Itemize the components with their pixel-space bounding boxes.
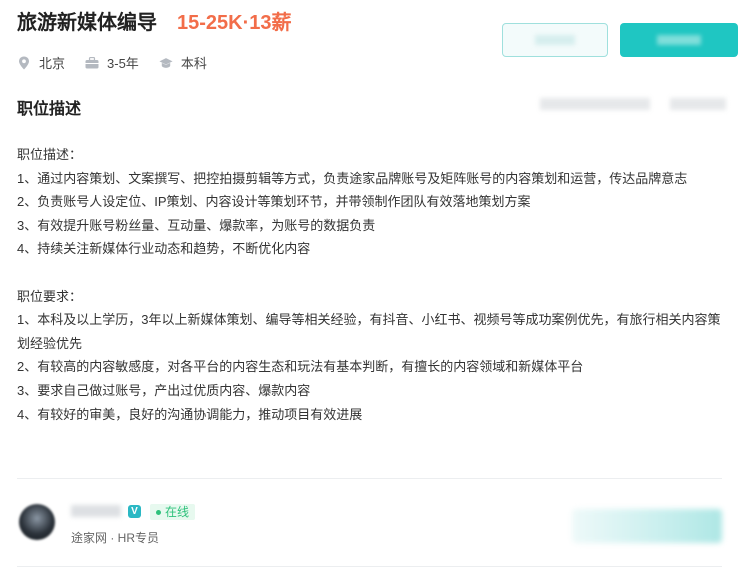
location-pin-icon <box>17 56 31 70</box>
experience-text: 3-5年 <box>107 56 139 71</box>
recruiter-card: V 在线 途家网 · HR专员 <box>17 499 722 549</box>
meta-experience: 3-5年 <box>85 53 139 72</box>
requirement-item: 1、本科及以上学历，3年以上新媒体策划、编导等相关经验，有抖音、小红书、视频号等… <box>17 312 721 351</box>
briefcase-icon <box>85 56 99 70</box>
online-status-badge: 在线 <box>150 504 196 520</box>
graduation-cap-icon <box>159 56 173 70</box>
job-description: 职位描述： 1、通过内容策划、文案撰写、把控拍摄剪辑等方式，负责途家品牌账号及矩… <box>17 143 722 426</box>
meta-location: 北京 <box>17 53 65 72</box>
blurred-tag <box>670 98 726 110</box>
requirement-item: 3、要求自己做过账号，产出过优质内容、爆款内容 <box>17 382 311 398</box>
education-text: 本科 <box>180 56 207 71</box>
blurred-button-label <box>657 35 701 45</box>
divider <box>17 566 722 567</box>
requirement-item: 2、有较高的内容敏感度，对各平台的内容生态和玩法有基本判断，有擅长的内容领域和新… <box>17 359 584 375</box>
avatar[interactable] <box>19 504 55 540</box>
duty-item: 1、通过内容策划、文案撰写、把控拍摄剪辑等方式，负责途家品牌账号及矩阵账号的内容… <box>17 170 688 186</box>
verified-badge: V <box>128 505 141 518</box>
secondary-action-button[interactable] <box>502 23 608 57</box>
job-meta: 北京 3-5年 本科 <box>17 53 227 72</box>
duty-item: 4、持续关注新媒体行业动态和趋势，不断优化内容 <box>17 241 311 257</box>
duty-item: 3、有效提升账号粉丝量、互动量、爆款率，为账号的数据负责 <box>17 217 376 233</box>
requirements-heading: 职位要求： <box>17 288 83 304</box>
duty-item: 2、负责账号人设定位、IP策划、内容设计等策划环节，并带领制作团队有效落地策划方… <box>17 194 531 210</box>
blurred-header-actions <box>540 98 726 110</box>
recruiter-company-role: 途家网 · HR专员 <box>71 531 159 545</box>
blurred-tag <box>540 98 650 110</box>
job-title: 旅游新媒体编导 <box>17 12 157 34</box>
duties-heading: 职位描述： <box>17 147 83 162</box>
primary-action-button[interactable] <box>620 23 738 57</box>
online-status-text: 在线 <box>165 505 190 519</box>
salary: 15-25K·13薪 <box>177 12 292 34</box>
divider <box>17 478 722 479</box>
recruiter-name-blurred <box>71 505 121 517</box>
blurred-button-label <box>535 35 575 45</box>
recruiter-action-blurred[interactable] <box>572 509 722 543</box>
meta-education: 本科 <box>159 53 207 72</box>
location-text: 北京 <box>39 56 66 71</box>
online-dot-icon <box>156 509 161 515</box>
requirement-item: 4、有较好的审美，良好的沟通协调能力，推动项目有效进展 <box>17 406 363 422</box>
section-title: 职位描述 <box>17 101 82 118</box>
job-header: 旅游新媒体编导 15-25K·13薪 北京 3-5年 本科 <box>17 10 739 80</box>
